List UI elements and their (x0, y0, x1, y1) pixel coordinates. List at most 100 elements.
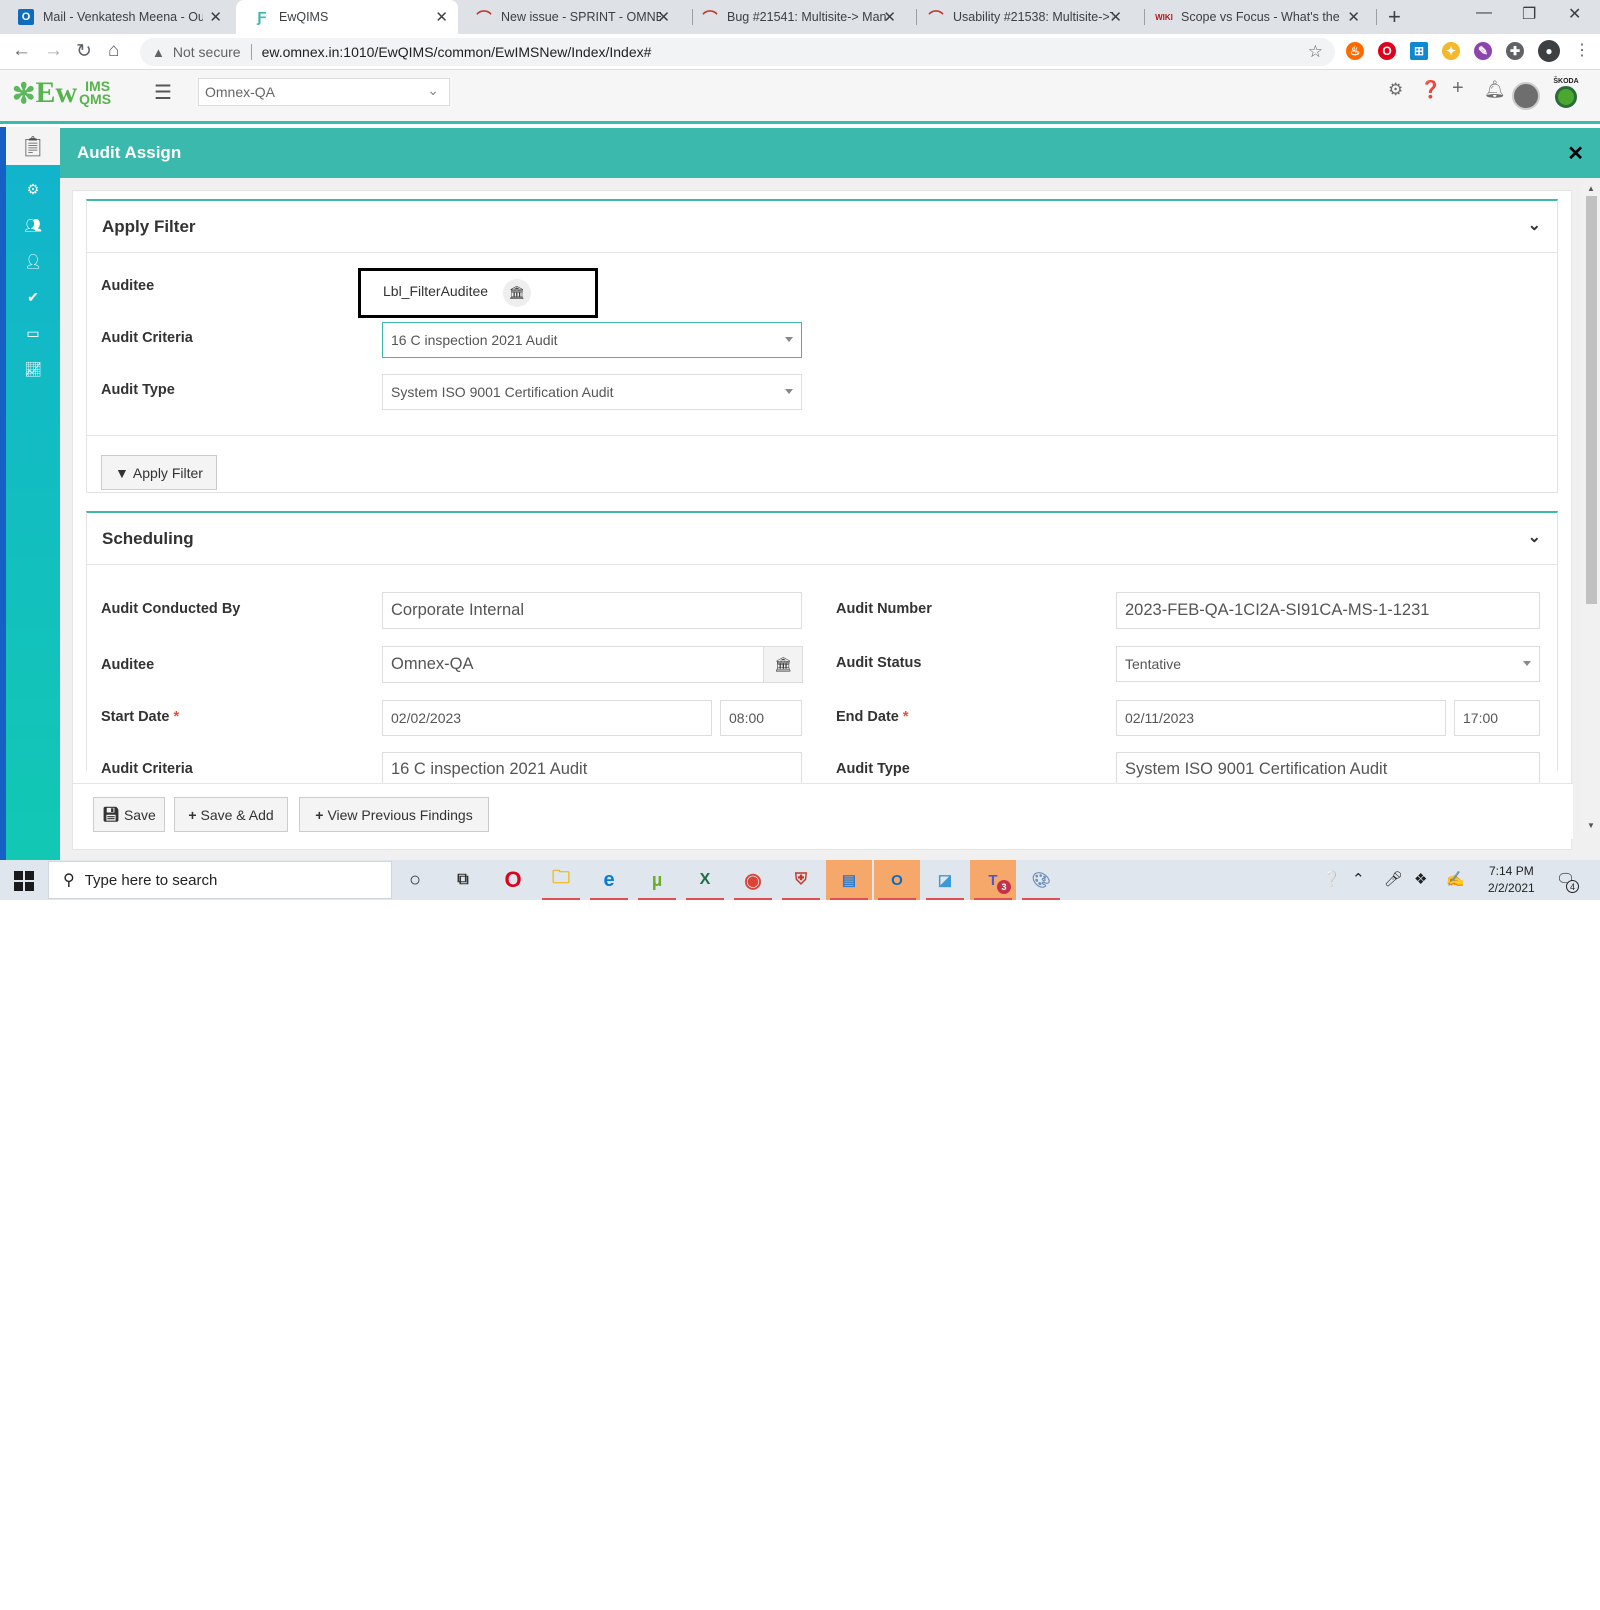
extension-pen-icon[interactable]: ✎ (1474, 42, 1492, 60)
site-selector[interactable]: Omnex-QA ⌄ (198, 78, 450, 106)
close-icon[interactable]: ✕ (657, 8, 670, 26)
apply-filter-button[interactable]: ▼ Apply Filter (101, 455, 217, 490)
chevron-down-icon: ⌄ (427, 82, 439, 98)
avatar[interactable] (1512, 82, 1540, 110)
reload-icon[interactable]: ↻ (76, 40, 92, 63)
home-icon[interactable]: ⌂ (108, 40, 119, 62)
caret-down-icon (785, 337, 793, 342)
taskbar-edge-icon[interactable]: e (586, 860, 632, 900)
scheduling-panel-header[interactable]: Scheduling ⌄ (87, 513, 1557, 565)
sidebar-item-notes[interactable]: 📋︎ (6, 127, 60, 165)
institution-icon: 🏛︎ (774, 656, 792, 672)
browser-tab-bug[interactable]: ⌒ Bug #21541: Multisite-> Mana ✕ (684, 0, 906, 34)
url-bar[interactable]: ▲ Not secure ew.omnex.in:1010/EwQIMS/com… (140, 38, 1335, 66)
sidebar-item-user-settings[interactable]: 👤︎ (6, 247, 60, 275)
hamburger-menu-icon[interactable]: ☰ (154, 80, 172, 105)
tray-pen-icon[interactable]: ✍ (1446, 870, 1465, 888)
action-center-icon[interactable]: 🗨︎ 4 (1556, 870, 1579, 893)
browser-menu-icon[interactable]: ⋮ (1574, 40, 1590, 60)
tray-dropbox-icon[interactable]: ❖ (1414, 870, 1427, 888)
save-button[interactable]: 💾︎ Save (93, 797, 165, 832)
tray-chevron-up-icon[interactable]: ⌃ (1352, 870, 1365, 888)
close-icon[interactable]: ✕ (209, 8, 222, 26)
browser-tab-mail[interactable]: O Mail - Venkatesh Meena - Outl ✕ (0, 0, 232, 34)
new-tab-button[interactable]: + (1388, 4, 1401, 30)
audit-number-field[interactable]: 2023-FEB-QA-1CI2A-SI91CA-MS-1-1231 (1116, 592, 1540, 629)
extension-opera-icon[interactable]: O (1378, 42, 1396, 60)
extension-windows-icon[interactable]: ⊞ (1410, 42, 1428, 60)
start-date-field[interactable]: 02/02/2023 (382, 700, 712, 736)
taskbar-shield-icon[interactable]: ⛨ (778, 860, 824, 900)
close-icon[interactable]: ✕ (1109, 8, 1122, 26)
sidebar-item-user-check[interactable]: ✔ (6, 283, 60, 311)
tray-microphone-icon[interactable]: 🎤︎ (1384, 870, 1403, 888)
sidebar-item-groups[interactable]: 👥︎ (6, 211, 60, 239)
view-previous-findings-button[interactable]: + View Previous Findings (299, 797, 489, 832)
scheduling-criteria-field[interactable]: 16 C inspection 2021 Audit (382, 752, 802, 785)
conducted-by-field[interactable]: Corporate Internal (382, 592, 802, 629)
filter-criteria-select[interactable]: 16 C inspection 2021 Audit (382, 322, 802, 358)
taskbar-teams-icon[interactable]: T3 (970, 860, 1016, 900)
modal-close-icon[interactable]: ✕ (1567, 141, 1584, 166)
back-icon[interactable]: ← (12, 40, 31, 62)
auditee-lookup-button[interactable]: 🏛︎ (763, 646, 803, 683)
taskbar-utorrent-icon[interactable]: µ (634, 860, 680, 900)
filter-panel-header[interactable]: Apply Filter ⌄ (87, 201, 1557, 253)
taskbar-paint-icon[interactable]: 🎨︎ (1018, 860, 1064, 900)
sidebar-item-presentation[interactable]: ▭ (6, 319, 60, 347)
scroll-up-icon[interactable]: ▲ (1587, 184, 1595, 193)
institution-icon[interactable]: 🏛︎ (503, 279, 531, 307)
extension-fire-icon[interactable]: ♨ (1346, 42, 1364, 60)
restore-icon[interactable]: ❐ (1522, 4, 1536, 24)
close-icon[interactable]: ✕ (883, 8, 896, 26)
windows-start-icon[interactable] (14, 871, 34, 891)
taskbar-file-explorer-icon[interactable]: 🗀 (538, 860, 584, 900)
taskbar-snip-icon[interactable]: ◪ (922, 860, 968, 900)
add-icon[interactable]: + (1452, 77, 1464, 100)
taskbar-clock[interactable]: 7:14 PM 2/2/2021 (1488, 863, 1535, 897)
close-icon[interactable]: ✕ (1347, 8, 1360, 26)
start-time-field[interactable]: 08:00 (720, 700, 802, 736)
extension-compass-icon[interactable]: ✦ (1442, 42, 1460, 60)
sidebar-item-reports[interactable]: 📈︎ (6, 355, 60, 383)
tray-help-icon[interactable]: ❔ (1322, 870, 1341, 888)
scheduling-type-field[interactable]: System ISO 9001 Certification Audit (1116, 752, 1540, 785)
taskbar-notes-icon[interactable]: ▤ (826, 860, 872, 900)
ewqims-logo[interactable]: ✻ Ew IMS QMS (12, 76, 111, 110)
window-close-icon[interactable]: ✕ (1568, 4, 1581, 24)
save-add-button[interactable]: + Save & Add (174, 797, 288, 832)
minimize-icon[interactable]: — (1476, 4, 1492, 22)
filter-type-select[interactable]: System ISO 9001 Certification Audit (382, 374, 802, 410)
taskbar-opera-icon[interactable]: O (490, 860, 536, 900)
forward-icon[interactable]: → (44, 40, 63, 62)
settings-gear-icon[interactable]: ⚙ (1388, 80, 1403, 100)
auditee-field[interactable]: Omnex-QA (382, 646, 764, 683)
notification-bell-icon[interactable]: 🔔︎ (1484, 80, 1506, 100)
browser-tab-scope-focus[interactable]: WIKI Scope vs Focus - What's the di ✕ (1138, 0, 1370, 34)
help-icon[interactable]: ❓ (1420, 80, 1441, 100)
bookmark-star-icon[interactable]: ☆ (1308, 42, 1323, 62)
warning-icon[interactable]: ▲ (152, 45, 165, 60)
profile-icon[interactable]: ● (1538, 40, 1560, 62)
task-view-icon[interactable]: ⧉ (440, 860, 486, 900)
sidebar-item-settings[interactable]: ⚙ (6, 175, 60, 203)
taskbar-outlook-icon[interactable]: O (874, 860, 920, 900)
taskbar-chrome-icon[interactable]: ◉ (730, 860, 776, 900)
chevron-down-icon[interactable]: ⌄ (1528, 527, 1541, 547)
browser-tab-new-issue[interactable]: ⌒ New issue - SPRINT - OMNEX ✕ (458, 0, 680, 34)
end-time-field[interactable]: 17:00 (1454, 700, 1540, 736)
chevron-down-icon[interactable]: ⌄ (1528, 215, 1541, 235)
browser-tab-usability[interactable]: ⌒ Usability #21538: Multisite->Te ✕ (910, 0, 1132, 34)
end-date-field[interactable]: 02/11/2023 (1116, 700, 1446, 736)
content-scrollbar[interactable]: ▲ ▼ (1583, 182, 1600, 832)
browser-tab-ewqims[interactable]: Ƒ EwQIMS ✕ (236, 0, 458, 34)
cortana-icon[interactable]: ○ (392, 860, 438, 900)
taskbar-excel-icon[interactable]: X (682, 860, 728, 900)
extensions-puzzle-icon[interactable]: ✚ (1506, 42, 1524, 60)
taskbar-search-box[interactable]: ⚲ Type here to search (48, 861, 392, 899)
logo-asterisk-icon: ✻ (12, 77, 36, 109)
audit-status-select[interactable]: Tentative (1116, 646, 1540, 682)
close-icon[interactable]: ✕ (435, 8, 448, 26)
scrollbar-thumb[interactable] (1586, 196, 1597, 604)
scroll-down-icon[interactable]: ▼ (1587, 821, 1595, 830)
